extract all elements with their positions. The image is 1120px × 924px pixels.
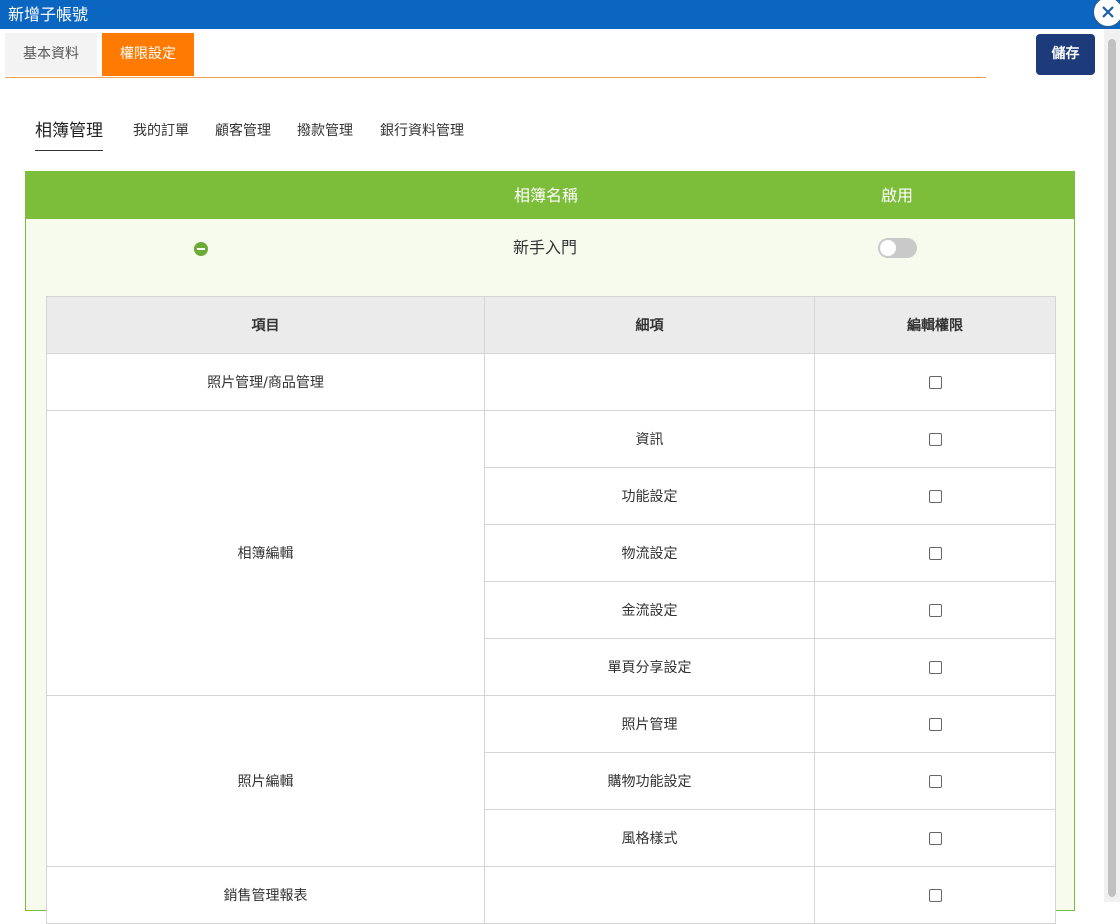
edit-permission-checkbox[interactable] (928, 489, 942, 503)
detail-cell: 單頁分享設定 (484, 638, 815, 696)
subtab-album-management[interactable]: 相簿管理 (35, 115, 103, 151)
detail-cell: 購物功能設定 (484, 752, 815, 810)
detail-cell: 照片管理 (484, 695, 815, 753)
edit-permission-checkbox[interactable] (928, 375, 942, 389)
detail-cell: 資訊 (484, 410, 815, 468)
table-row: 照片管理/商品管理 (46, 353, 1056, 411)
edit-permission-cell (814, 467, 1056, 525)
item-cell: 銷售管理報表 (46, 866, 485, 924)
table-row: 照片編輯 照片管理 (46, 695, 1056, 867)
subtab-bank-info-management[interactable]: 銀行資料管理 (380, 115, 464, 147)
album-row: 新手入門 (26, 219, 1074, 279)
album-name: 新手入門 (513, 238, 578, 257)
scrollbar-thumb[interactable] (1108, 39, 1116, 897)
album-enable-toggle[interactable] (878, 238, 917, 258)
edit-permission-cell (814, 353, 1056, 411)
table-row: 銷售管理報表 (46, 866, 1056, 924)
vertical-scrollbar[interactable] (1104, 29, 1120, 902)
edit-permission-checkbox[interactable] (928, 888, 942, 902)
edit-permission-cell (814, 638, 1056, 696)
table-row: 相簿編輯 資訊 (46, 410, 1056, 696)
save-button[interactable]: 儲存 (1036, 34, 1095, 75)
edit-permission-checkbox[interactable] (928, 660, 942, 674)
edit-permission-checkbox[interactable] (928, 831, 942, 845)
album-name-header: 相簿名稱 (514, 186, 579, 205)
edit-permission-checkbox[interactable] (928, 603, 942, 617)
column-header-detail: 細項 (484, 296, 815, 354)
detail-cell: 功能設定 (484, 467, 815, 525)
dialog-title-bar: 新增子帳號 (0, 0, 1120, 29)
detail-cell (484, 353, 815, 411)
detail-cell (484, 866, 815, 924)
column-header-edit-permission: 編輯權限 (814, 296, 1056, 354)
edit-permission-cell (814, 581, 1056, 639)
album-permissions-panel: 相簿名稱 啟用 新手入門 項目 細項 編輯權限 照片管理/商品管理 相簿編輯 資… (25, 171, 1075, 924)
toggle-knob (880, 240, 896, 256)
dialog-title: 新增子帳號 (8, 5, 89, 24)
detail-cell: 物流設定 (484, 524, 815, 582)
permission-table: 項目 細項 編輯權限 照片管理/商品管理 相簿編輯 資訊 功能設定 物流設定 金… (46, 296, 1056, 924)
detail-cell: 金流設定 (484, 581, 815, 639)
tab-basic-info[interactable]: 基本資料 (5, 33, 97, 76)
main-tabs: 基本資料 權限設定 (5, 33, 986, 78)
subtab-payout-management[interactable]: 撥款管理 (297, 115, 353, 147)
edit-permission-cell (814, 866, 1056, 924)
edit-permission-checkbox[interactable] (928, 546, 942, 560)
edit-permission-checkbox[interactable] (928, 432, 942, 446)
edit-permission-checkbox[interactable] (928, 774, 942, 788)
item-cell: 照片管理/商品管理 (46, 353, 485, 411)
detail-cell: 風格樣式 (484, 809, 815, 867)
item-cell: 照片編輯 (46, 695, 485, 867)
edit-permission-checkbox[interactable] (928, 717, 942, 731)
close-icon (1102, 6, 1114, 18)
column-header-item: 項目 (46, 296, 485, 354)
edit-permission-cell (814, 524, 1056, 582)
edit-permission-cell (814, 410, 1056, 468)
subtab-my-orders[interactable]: 我的訂單 (133, 115, 189, 147)
collapse-minus-icon[interactable] (194, 242, 208, 256)
edit-permission-cell (814, 695, 1056, 753)
subtab-customer-management[interactable]: 顧客管理 (215, 115, 271, 147)
item-cell: 相簿編輯 (46, 410, 485, 696)
edit-permission-cell (814, 809, 1056, 867)
album-enable-header: 啟用 (881, 186, 914, 205)
album-table-header: 相簿名稱 啟用 (26, 172, 1074, 219)
edit-permission-cell (814, 752, 1056, 810)
tab-permission-settings[interactable]: 權限設定 (102, 33, 194, 76)
table-header-row: 項目 細項 編輯權限 (46, 296, 1056, 354)
